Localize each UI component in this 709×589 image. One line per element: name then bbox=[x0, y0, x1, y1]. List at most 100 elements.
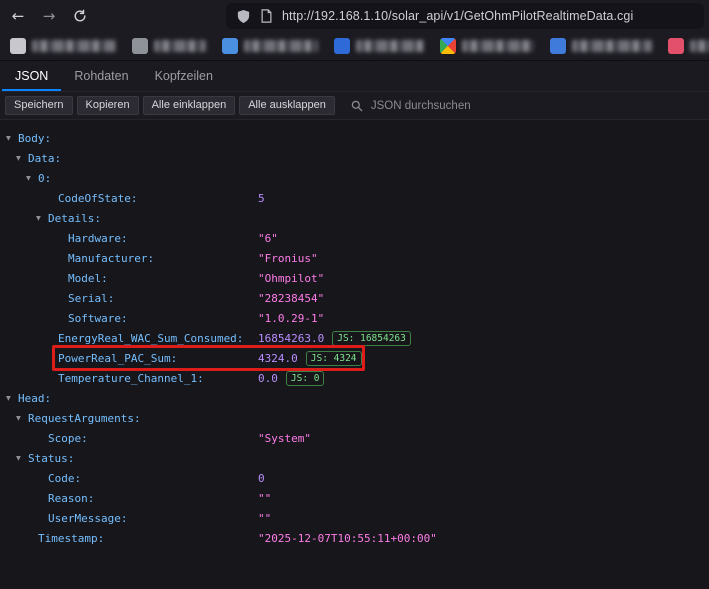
tree-value-wrap: "System" bbox=[258, 432, 311, 445]
bookmark-favicon-icon bbox=[550, 38, 566, 54]
tree-row[interactable]: ▼Head: bbox=[0, 388, 709, 408]
json-search bbox=[351, 99, 523, 113]
toolbar-button-speichern[interactable]: Speichern bbox=[5, 96, 73, 115]
json-search-input[interactable] bbox=[369, 99, 523, 113]
tree-key: Serial: bbox=[68, 292, 114, 305]
tree-value-wrap: 0 bbox=[258, 472, 265, 485]
tree-key: 0: bbox=[38, 172, 51, 185]
expander-icon[interactable]: ▼ bbox=[6, 135, 18, 143]
tree-value-wrap: "28238454" bbox=[258, 292, 324, 305]
bookmark-item[interactable] bbox=[440, 38, 534, 54]
tree-value: "System" bbox=[258, 432, 311, 445]
forward-button[interactable]: → bbox=[36, 4, 62, 28]
toolbar-button-alle-ausklappen[interactable]: Alle ausklappen bbox=[239, 96, 335, 115]
shield-icon[interactable] bbox=[236, 9, 251, 24]
tree-row: Hardware: "6" bbox=[0, 228, 709, 248]
tree-value: "Ohmpilot" bbox=[258, 272, 324, 285]
tree-value: 16854263.0 bbox=[258, 332, 324, 345]
tree-row[interactable]: ▼Details: bbox=[0, 208, 709, 228]
bookmark-item[interactable] bbox=[334, 38, 424, 54]
bookmark-item[interactable] bbox=[132, 38, 206, 54]
tree-key: UserMessage: bbox=[48, 512, 127, 525]
tree-value-wrap: "Fronius" bbox=[258, 252, 318, 265]
expander-icon[interactable]: ▼ bbox=[16, 455, 28, 463]
bookmarks-bar bbox=[0, 32, 709, 61]
tree-value-wrap: "1.0.29-1" bbox=[258, 312, 324, 325]
tree-key: Software: bbox=[68, 312, 128, 325]
toolbar-button-alle-einklappen[interactable]: Alle einklappen bbox=[143, 96, 236, 115]
expander-icon[interactable]: ▼ bbox=[26, 175, 38, 183]
tree-key: Scope: bbox=[48, 432, 88, 445]
tree-row: Temperature_Channel_1:0.0JS: 0 bbox=[0, 368, 709, 388]
bookmark-item[interactable] bbox=[10, 38, 116, 54]
bookmark-label-redacted bbox=[244, 40, 318, 52]
tree-value-wrap: "" bbox=[258, 492, 271, 505]
tree-row: Software: "1.0.29-1" bbox=[0, 308, 709, 328]
js-value-badge: JS: 16854263 bbox=[332, 331, 411, 346]
tree-key: RequestArguments: bbox=[28, 412, 141, 425]
tree-value-wrap: "Ohmpilot" bbox=[258, 272, 324, 285]
tree-key: CodeOfState: bbox=[58, 192, 137, 205]
toolbar-button-kopieren[interactable]: Kopieren bbox=[77, 96, 139, 115]
bookmark-label-redacted bbox=[572, 40, 652, 52]
tree-row[interactable]: ▼Status: bbox=[0, 448, 709, 468]
tree-key: Hardware: bbox=[68, 232, 128, 245]
tree-row[interactable]: ▼Body: bbox=[0, 128, 709, 148]
url-bar[interactable]: http://192.168.1.10/solar_api/v1/GetOhmP… bbox=[226, 3, 704, 29]
tree-row: Code: 0 bbox=[0, 468, 709, 488]
tree-key: Code: bbox=[48, 472, 81, 485]
tree-key: EnergyReal_WAC_Sum_Consumed: bbox=[58, 332, 243, 345]
tree-key: Data: bbox=[28, 152, 61, 165]
url-text: http://192.168.1.10/solar_api/v1/GetOhmP… bbox=[282, 9, 633, 23]
tree-value: "28238454" bbox=[258, 292, 324, 305]
expander-icon[interactable]: ▼ bbox=[36, 215, 48, 223]
bookmark-item[interactable] bbox=[222, 38, 318, 54]
back-icon: ← bbox=[12, 9, 25, 24]
tree-value-wrap: 0.0 JS: 0 bbox=[258, 371, 324, 386]
expander-icon[interactable]: ▼ bbox=[16, 155, 28, 163]
bookmark-favicon-icon bbox=[668, 38, 684, 54]
tree-value: "6" bbox=[258, 232, 278, 245]
bookmark-label-redacted bbox=[690, 40, 709, 52]
bookmark-label-redacted bbox=[32, 40, 116, 52]
tree-key: Manufacturer: bbox=[68, 252, 154, 265]
bookmark-favicon-icon bbox=[222, 38, 238, 54]
tree-value: 4324.0 bbox=[258, 352, 298, 365]
tree-row: EnergyReal_WAC_Sum_Consumed: 16854263.0 JS… bbox=[0, 328, 709, 348]
expander-icon[interactable]: ▼ bbox=[6, 395, 18, 403]
toolbar-buttons: SpeichernKopierenAlle einklappenAlle aus… bbox=[5, 96, 335, 115]
tree-key: Head: bbox=[18, 392, 51, 405]
json-tree: ▼Body:▼Data:▼0:CodeOfState:5▼Details:Har… bbox=[0, 120, 709, 548]
tree-key: Reason: bbox=[48, 492, 94, 505]
browser-toolbar: ← → http://192.168.1.10/solar_api/v1/Get… bbox=[0, 0, 709, 32]
bookmark-label-redacted bbox=[462, 40, 534, 52]
tab-rohdaten[interactable]: Rohdaten bbox=[61, 61, 141, 91]
tree-row: Reason: "" bbox=[0, 488, 709, 508]
tree-key: Model: bbox=[68, 272, 108, 285]
tree-key: Timestamp: bbox=[38, 532, 104, 545]
tree-row[interactable]: ▼RequestArguments: bbox=[0, 408, 709, 428]
bookmark-item[interactable] bbox=[550, 38, 652, 54]
tree-row: Timestamp: "2025-12-07T10:55:11+00:00" bbox=[0, 528, 709, 548]
tree-value: "2025-12-07T10:55:11+00:00" bbox=[258, 532, 437, 545]
tree-value: 0.0 bbox=[258, 372, 278, 385]
bookmark-item[interactable] bbox=[668, 38, 709, 54]
tree-value: "" bbox=[258, 492, 271, 505]
json-viewer-toolbar: SpeichernKopierenAlle einklappenAlle aus… bbox=[0, 92, 709, 120]
bookmark-label-redacted bbox=[356, 40, 424, 52]
back-button[interactable]: ← bbox=[5, 4, 31, 28]
tree-row: Serial: "28238454" bbox=[0, 288, 709, 308]
tab-kopfzeilen[interactable]: Kopfzeilen bbox=[142, 61, 226, 91]
js-value-badge: JS: 0 bbox=[286, 371, 325, 386]
tree-row[interactable]: ▼0: bbox=[0, 168, 709, 188]
page-info-icon[interactable] bbox=[260, 9, 273, 23]
expander-icon[interactable]: ▼ bbox=[16, 415, 28, 423]
tree-value: 0 bbox=[258, 472, 265, 485]
reload-button[interactable] bbox=[67, 4, 93, 28]
tab-json[interactable]: JSON bbox=[2, 61, 61, 91]
tree-row[interactable]: ▼Data: bbox=[0, 148, 709, 168]
tree-key: Status: bbox=[28, 452, 74, 465]
tree-row: CodeOfState:5 bbox=[0, 188, 709, 208]
tree-row: Scope: "System" bbox=[0, 428, 709, 448]
bookmark-label-redacted bbox=[154, 40, 206, 52]
